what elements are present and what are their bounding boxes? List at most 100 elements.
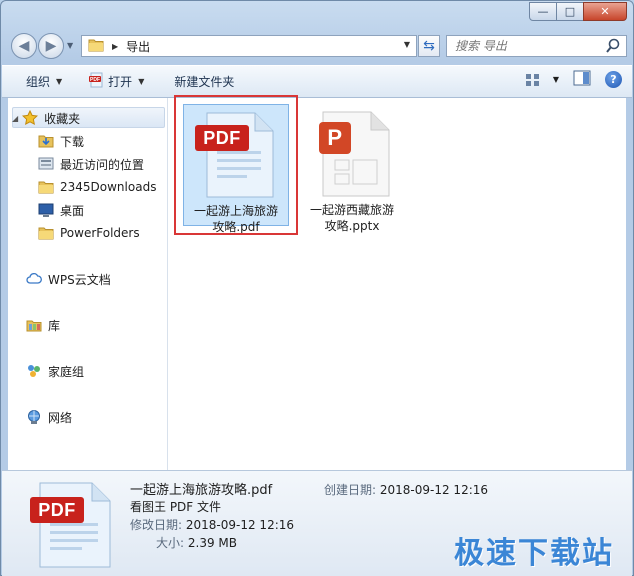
details-size: 大小: 2.39 MB: [156, 534, 237, 551]
homegroup-icon: [26, 363, 42, 379]
caption-buttons: — □ ✕: [529, 2, 627, 21]
search-input[interactable]: [455, 39, 605, 53]
pdf-app-icon: PDF: [88, 72, 104, 91]
details-size-label: 大小:: [156, 536, 185, 550]
nav-item-label: 下载: [60, 134, 85, 149]
nav-network[interactable]: 网络: [26, 407, 72, 427]
star-icon: [22, 110, 39, 126]
pptx-file-icon: P: [307, 110, 397, 198]
view-grid-icon: [525, 73, 539, 86]
help-icon[interactable]: ?: [605, 71, 622, 88]
change-view-button[interactable]: ▼: [525, 72, 559, 88]
nav-library-label: 库: [48, 318, 61, 333]
forward-button[interactable]: ▶: [38, 33, 64, 59]
nav-item-desktop[interactable]: 桌面: [38, 200, 84, 220]
file-name-line2: 攻略.pptx: [324, 219, 380, 233]
file-item-pptx[interactable]: P 一起游西藏旅游 攻略.pptx: [299, 104, 405, 233]
refresh-button[interactable]: ⇆: [418, 35, 440, 57]
arrow-right-icon: ▶: [45, 38, 57, 54]
library-icon: [26, 317, 42, 333]
details-created: 创建日期: 2018-09-12 12:16: [324, 481, 488, 498]
watermark-text: 极速下载站: [454, 536, 614, 571]
recent-pages-dropdown[interactable]: ▼: [67, 41, 73, 50]
search-icon[interactable]: [606, 38, 620, 57]
chevron-down-icon: ▼: [138, 77, 145, 86]
nav-item-label: 桌面: [60, 203, 85, 218]
desktop-icon: [38, 202, 54, 218]
pptx-badge: P: [319, 122, 351, 154]
navigation-row: ◀ ▶ ▼ ▶ 导出 ▼ ⇆: [9, 33, 627, 59]
nav-wps-cloud-label: WPS云文档: [48, 272, 111, 287]
svg-text:PDF: PDF: [90, 77, 100, 83]
recent-places-icon: [38, 156, 54, 172]
file-list-pane: PDF 一起游上海旅游 攻略.pdf P 一起游西藏旅游 攻略.pptx: [169, 95, 626, 470]
file-name-line1: 一起游西藏旅游: [309, 203, 394, 217]
network-icon: [26, 409, 42, 425]
nav-item-label: PowerFolders: [60, 226, 140, 240]
address-bar[interactable]: ▶ 导出 ▼: [81, 35, 417, 57]
nav-favorites[interactable]: ◢ 收藏夹: [12, 108, 80, 128]
pdf-file-icon: PDF: [30, 479, 118, 569]
preview-pane-icon: [573, 70, 591, 86]
view-controls: ▼ ?: [511, 70, 622, 89]
navigation-pane: ◢ 收藏夹 下载 最近访问的位置 2345Downloads 桌面 PowerF…: [8, 98, 168, 470]
file-name-line1: 一起游上海旅游: [193, 204, 278, 218]
nav-favorites-label: 收藏夹: [44, 111, 81, 126]
organize-label: 组织: [26, 75, 51, 89]
details-filetype: 看图王 PDF 文件: [130, 500, 222, 514]
chevron-down-icon: ▼: [552, 75, 559, 84]
command-bar: 组织 ▼ PDF 打开 ▼ 新建文件夹 ▼ ?: [2, 65, 632, 98]
folder-icon: [38, 225, 54, 241]
explorer-window: — □ ✕ ◀ ▶ ▼ ▶ 导出 ▼ ⇆ 搜索 导出 组织 ▼ PDF 打开 ▼…: [0, 0, 634, 576]
details-size-value: 2.39 MB: [187, 536, 237, 550]
content-area: ◢ 收藏夹 下载 最近访问的位置 2345Downloads 桌面 PowerF…: [8, 95, 626, 470]
pdf-badge: PDF: [195, 125, 249, 151]
details-created-label: 创建日期:: [324, 483, 377, 497]
download-folder-icon: [38, 133, 54, 149]
file-name: 一起游上海旅游 攻略.pdf: [184, 203, 288, 235]
details-modified-label: 修改日期:: [130, 518, 183, 532]
file-name: 一起游西藏旅游 攻略.pptx: [299, 202, 405, 234]
details-created-value: 2018-09-12 12:16: [379, 483, 489, 497]
nav-item-recent-places[interactable]: 最近访问的位置: [38, 154, 144, 174]
file-name-line2: 攻略.pdf: [212, 220, 260, 234]
details-filename: 一起游上海旅游攻略.pdf: [130, 483, 273, 498]
chevron-down-icon: ▼: [56, 77, 63, 86]
details-pane: PDF 一起游上海旅游攻略.pdf 看图王 PDF 文件 修改日期: 2018-…: [2, 470, 632, 576]
nav-wps-cloud[interactable]: WPS云文档: [26, 269, 111, 289]
details-modified-value: 2018-09-12 12:16: [185, 518, 295, 532]
breadcrumb-separator-icon[interactable]: ▶: [112, 42, 118, 51]
nav-item-label: 2345Downloads: [60, 180, 157, 194]
cloud-icon: [26, 271, 42, 287]
nav-item-downloads[interactable]: 下载: [38, 131, 84, 151]
folder-icon: [38, 179, 54, 195]
maximize-button[interactable]: □: [556, 2, 584, 21]
preview-pane-button[interactable]: [573, 70, 591, 89]
open-label: 打开: [108, 75, 133, 89]
nav-network-label: 网络: [48, 410, 73, 425]
new-folder-button[interactable]: 新建文件夹: [168, 70, 240, 94]
close-button[interactable]: ✕: [583, 2, 627, 21]
nav-item-2345downloads[interactable]: 2345Downloads: [38, 177, 156, 197]
expand-arrow-icon[interactable]: ◢: [12, 114, 18, 123]
breadcrumb-item[interactable]: 导出: [126, 38, 150, 55]
minimize-button[interactable]: —: [529, 2, 557, 21]
folder-icon: [88, 38, 104, 55]
organize-button[interactable]: 组织 ▼: [20, 70, 68, 94]
nav-homegroup-label: 家庭组: [48, 364, 85, 379]
details-modified: 修改日期: 2018-09-12 12:16: [130, 516, 294, 533]
search-box[interactable]: [446, 35, 627, 57]
arrow-left-icon: ◀: [18, 38, 30, 54]
nav-item-powerfolders[interactable]: PowerFolders: [38, 223, 140, 243]
back-button[interactable]: ◀: [11, 33, 37, 59]
new-folder-label: 新建文件夹: [174, 75, 235, 89]
refresh-icon: ⇆: [423, 38, 435, 54]
nav-homegroup[interactable]: 家庭组: [26, 361, 84, 381]
nav-item-label: 最近访问的位置: [60, 157, 145, 172]
address-dropdown-icon[interactable]: ▼: [404, 40, 410, 49]
pdf-file-icon: PDF: [191, 111, 281, 199]
pdf-badge: PDF: [30, 497, 84, 523]
nav-library[interactable]: 库: [26, 315, 60, 335]
file-item-pdf[interactable]: PDF 一起游上海旅游 攻略.pdf: [174, 95, 298, 235]
open-button[interactable]: PDF 打开 ▼: [82, 70, 150, 94]
